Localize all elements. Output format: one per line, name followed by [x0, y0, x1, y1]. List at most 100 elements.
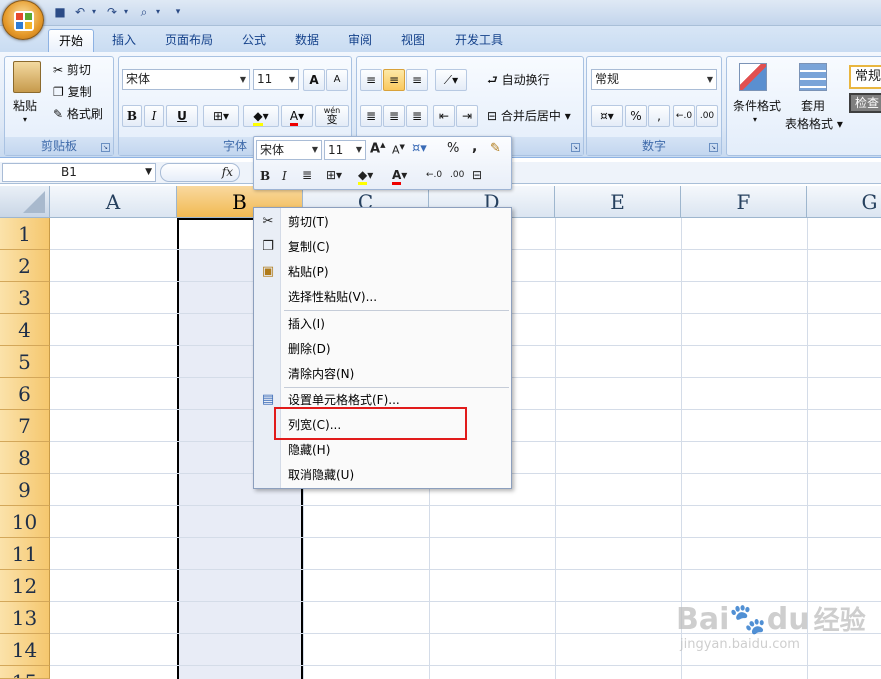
comma-button[interactable]: ,: [648, 105, 670, 127]
align-top-button[interactable]: ≡: [360, 69, 382, 91]
row-header[interactable]: 15: [0, 666, 50, 679]
mini-font-color-icon[interactable]: A▾: [392, 168, 407, 185]
bold-button[interactable]: B: [122, 105, 142, 127]
qat-dropdown-icon[interactable]: ▾: [150, 4, 166, 20]
tab-review[interactable]: 审阅: [338, 29, 382, 52]
number-launcher-icon[interactable]: ↘: [709, 143, 718, 152]
grow-font-button[interactable]: A: [303, 69, 325, 91]
format-as-table-label-2[interactable]: 表格格式 ▾: [785, 115, 843, 132]
tab-developer[interactable]: 开发工具: [446, 29, 512, 52]
mini-comma-button[interactable]: ,: [472, 139, 477, 155]
row-header[interactable]: 2: [0, 250, 50, 282]
font-size-combo[interactable]: 11 ▼: [253, 69, 299, 90]
mini-size-combo[interactable]: 11 ▼: [324, 140, 366, 160]
menu-item-clear-contents[interactable]: 清除内容(N): [288, 363, 354, 385]
select-all-button[interactable]: [0, 186, 50, 218]
row-header[interactable]: 11: [0, 538, 50, 570]
column-header-f[interactable]: F: [681, 186, 807, 218]
clipboard-launcher-icon[interactable]: ↘: [101, 143, 110, 152]
italic-button[interactable]: I: [144, 105, 164, 127]
mini-decrease-decimal-icon[interactable]: .00: [450, 170, 464, 180]
align-right-button[interactable]: ≣: [406, 105, 428, 127]
align-left-button[interactable]: ≣: [360, 105, 382, 127]
mini-percent-button[interactable]: %: [447, 141, 459, 156]
menu-item-unhide[interactable]: 取消隐藏(U): [288, 464, 354, 486]
mini-shrink-font-button[interactable]: A▼: [392, 143, 405, 157]
row-header[interactable]: 4: [0, 314, 50, 346]
mini-increase-decimal-icon[interactable]: ←.0: [426, 170, 442, 180]
format-painter-button[interactable]: ✎ 格式刷: [53, 105, 103, 122]
alignment-launcher-icon[interactable]: ↘: [571, 143, 580, 152]
save-icon[interactable]: ■: [52, 4, 68, 20]
mini-border-icon[interactable]: ⊞▾: [326, 168, 342, 182]
wrap-text-button[interactable]: ⮐ 自动换行: [487, 71, 550, 92]
name-box[interactable]: B1 ▼: [2, 163, 156, 182]
column-header-g[interactable]: G: [807, 186, 881, 218]
row-header[interactable]: 12: [0, 570, 50, 602]
format-as-table-label-1[interactable]: 套用: [801, 97, 825, 114]
menu-item-cut[interactable]: 剪切(T): [288, 211, 329, 233]
insert-function-button[interactable]: fx: [160, 163, 240, 182]
check-style-cell[interactable]: 检查: [849, 93, 881, 113]
conditional-format-label[interactable]: 条件格式: [733, 97, 781, 114]
conditional-dropdown-icon[interactable]: ▾: [753, 115, 757, 124]
copy-button[interactable]: ❐ 复制: [53, 83, 92, 100]
column-header-e[interactable]: E: [555, 186, 681, 218]
customize-qat-icon[interactable]: ▾: [170, 4, 186, 20]
tab-page-layout[interactable]: 页面布局: [156, 29, 222, 52]
mini-grow-font-button[interactable]: A▲: [370, 141, 385, 156]
paste-label[interactable]: 粘贴: [13, 97, 37, 114]
row-header[interactable]: 9: [0, 474, 50, 506]
menu-item-delete[interactable]: 删除(D): [288, 338, 331, 360]
fill-color-button[interactable]: ◆▾: [243, 105, 279, 127]
align-middle-button[interactable]: ≡: [383, 69, 405, 91]
mini-merge-icon[interactable]: ⊟: [472, 168, 482, 182]
tab-formulas[interactable]: 公式: [232, 29, 276, 52]
row-header[interactable]: 5: [0, 346, 50, 378]
align-bottom-button[interactable]: ≡: [406, 69, 428, 91]
row-header[interactable]: 7: [0, 410, 50, 442]
font-name-combo[interactable]: 宋体 ▼: [122, 69, 250, 90]
mini-font-combo[interactable]: 宋体 ▼: [256, 140, 322, 160]
increase-decimal-button[interactable]: ←.0: [673, 105, 695, 127]
format-as-table-icon[interactable]: [799, 63, 827, 91]
underline-button[interactable]: U: [166, 105, 198, 127]
mini-center-icon[interactable]: ≣: [302, 168, 312, 182]
row-header[interactable]: 1: [0, 218, 50, 250]
mini-italic-button[interactable]: I: [282, 169, 287, 183]
decrease-indent-button[interactable]: ⇤: [433, 105, 455, 127]
mini-fill-icon[interactable]: ◆▾: [358, 168, 373, 185]
decrease-decimal-button[interactable]: .00: [696, 105, 718, 127]
normal-style-cell[interactable]: 常规: [849, 65, 881, 89]
phonetic-button[interactable]: wén 变: [315, 105, 349, 127]
paste-dropdown-icon[interactable]: ▾: [23, 115, 27, 124]
mini-format-painter-icon[interactable]: ✎: [490, 141, 501, 156]
menu-item-insert[interactable]: 插入(I): [288, 313, 325, 335]
orientation-button[interactable]: ⟋▾: [435, 69, 467, 91]
undo-dropdown-icon[interactable]: ▾: [86, 4, 102, 20]
row-header[interactable]: 13: [0, 602, 50, 634]
redo-dropdown-icon[interactable]: ▾: [118, 4, 134, 20]
tab-insert[interactable]: 插入: [102, 29, 146, 52]
increase-indent-button[interactable]: ⇥: [456, 105, 478, 127]
row-header[interactable]: 8: [0, 442, 50, 474]
font-color-button[interactable]: A▾: [281, 105, 313, 127]
column-header-a[interactable]: A: [50, 186, 177, 218]
row-header[interactable]: 14: [0, 634, 50, 666]
mini-bold-button[interactable]: B: [260, 169, 270, 183]
currency-button[interactable]: ¤▾: [591, 105, 623, 127]
row-header[interactable]: 3: [0, 282, 50, 314]
row-header[interactable]: 10: [0, 506, 50, 538]
merge-center-button[interactable]: ⊟ 合并后居中 ▾: [487, 107, 571, 124]
menu-item-paste[interactable]: 粘贴(P): [288, 261, 329, 283]
conditional-format-icon[interactable]: [739, 63, 767, 91]
menu-item-paste-special[interactable]: 选择性粘贴(V)...: [288, 286, 377, 308]
align-center-button[interactable]: ≣: [383, 105, 405, 127]
borders-button[interactable]: ⊞▾: [203, 105, 239, 127]
tab-view[interactable]: 视图: [391, 29, 435, 52]
tab-data[interactable]: 数据: [285, 29, 329, 52]
menu-item-hide[interactable]: 隐藏(H): [288, 439, 330, 461]
cut-button[interactable]: ✂ 剪切: [53, 61, 91, 78]
mini-currency-icon[interactable]: ¤▾: [412, 141, 427, 156]
office-button[interactable]: [2, 0, 44, 40]
